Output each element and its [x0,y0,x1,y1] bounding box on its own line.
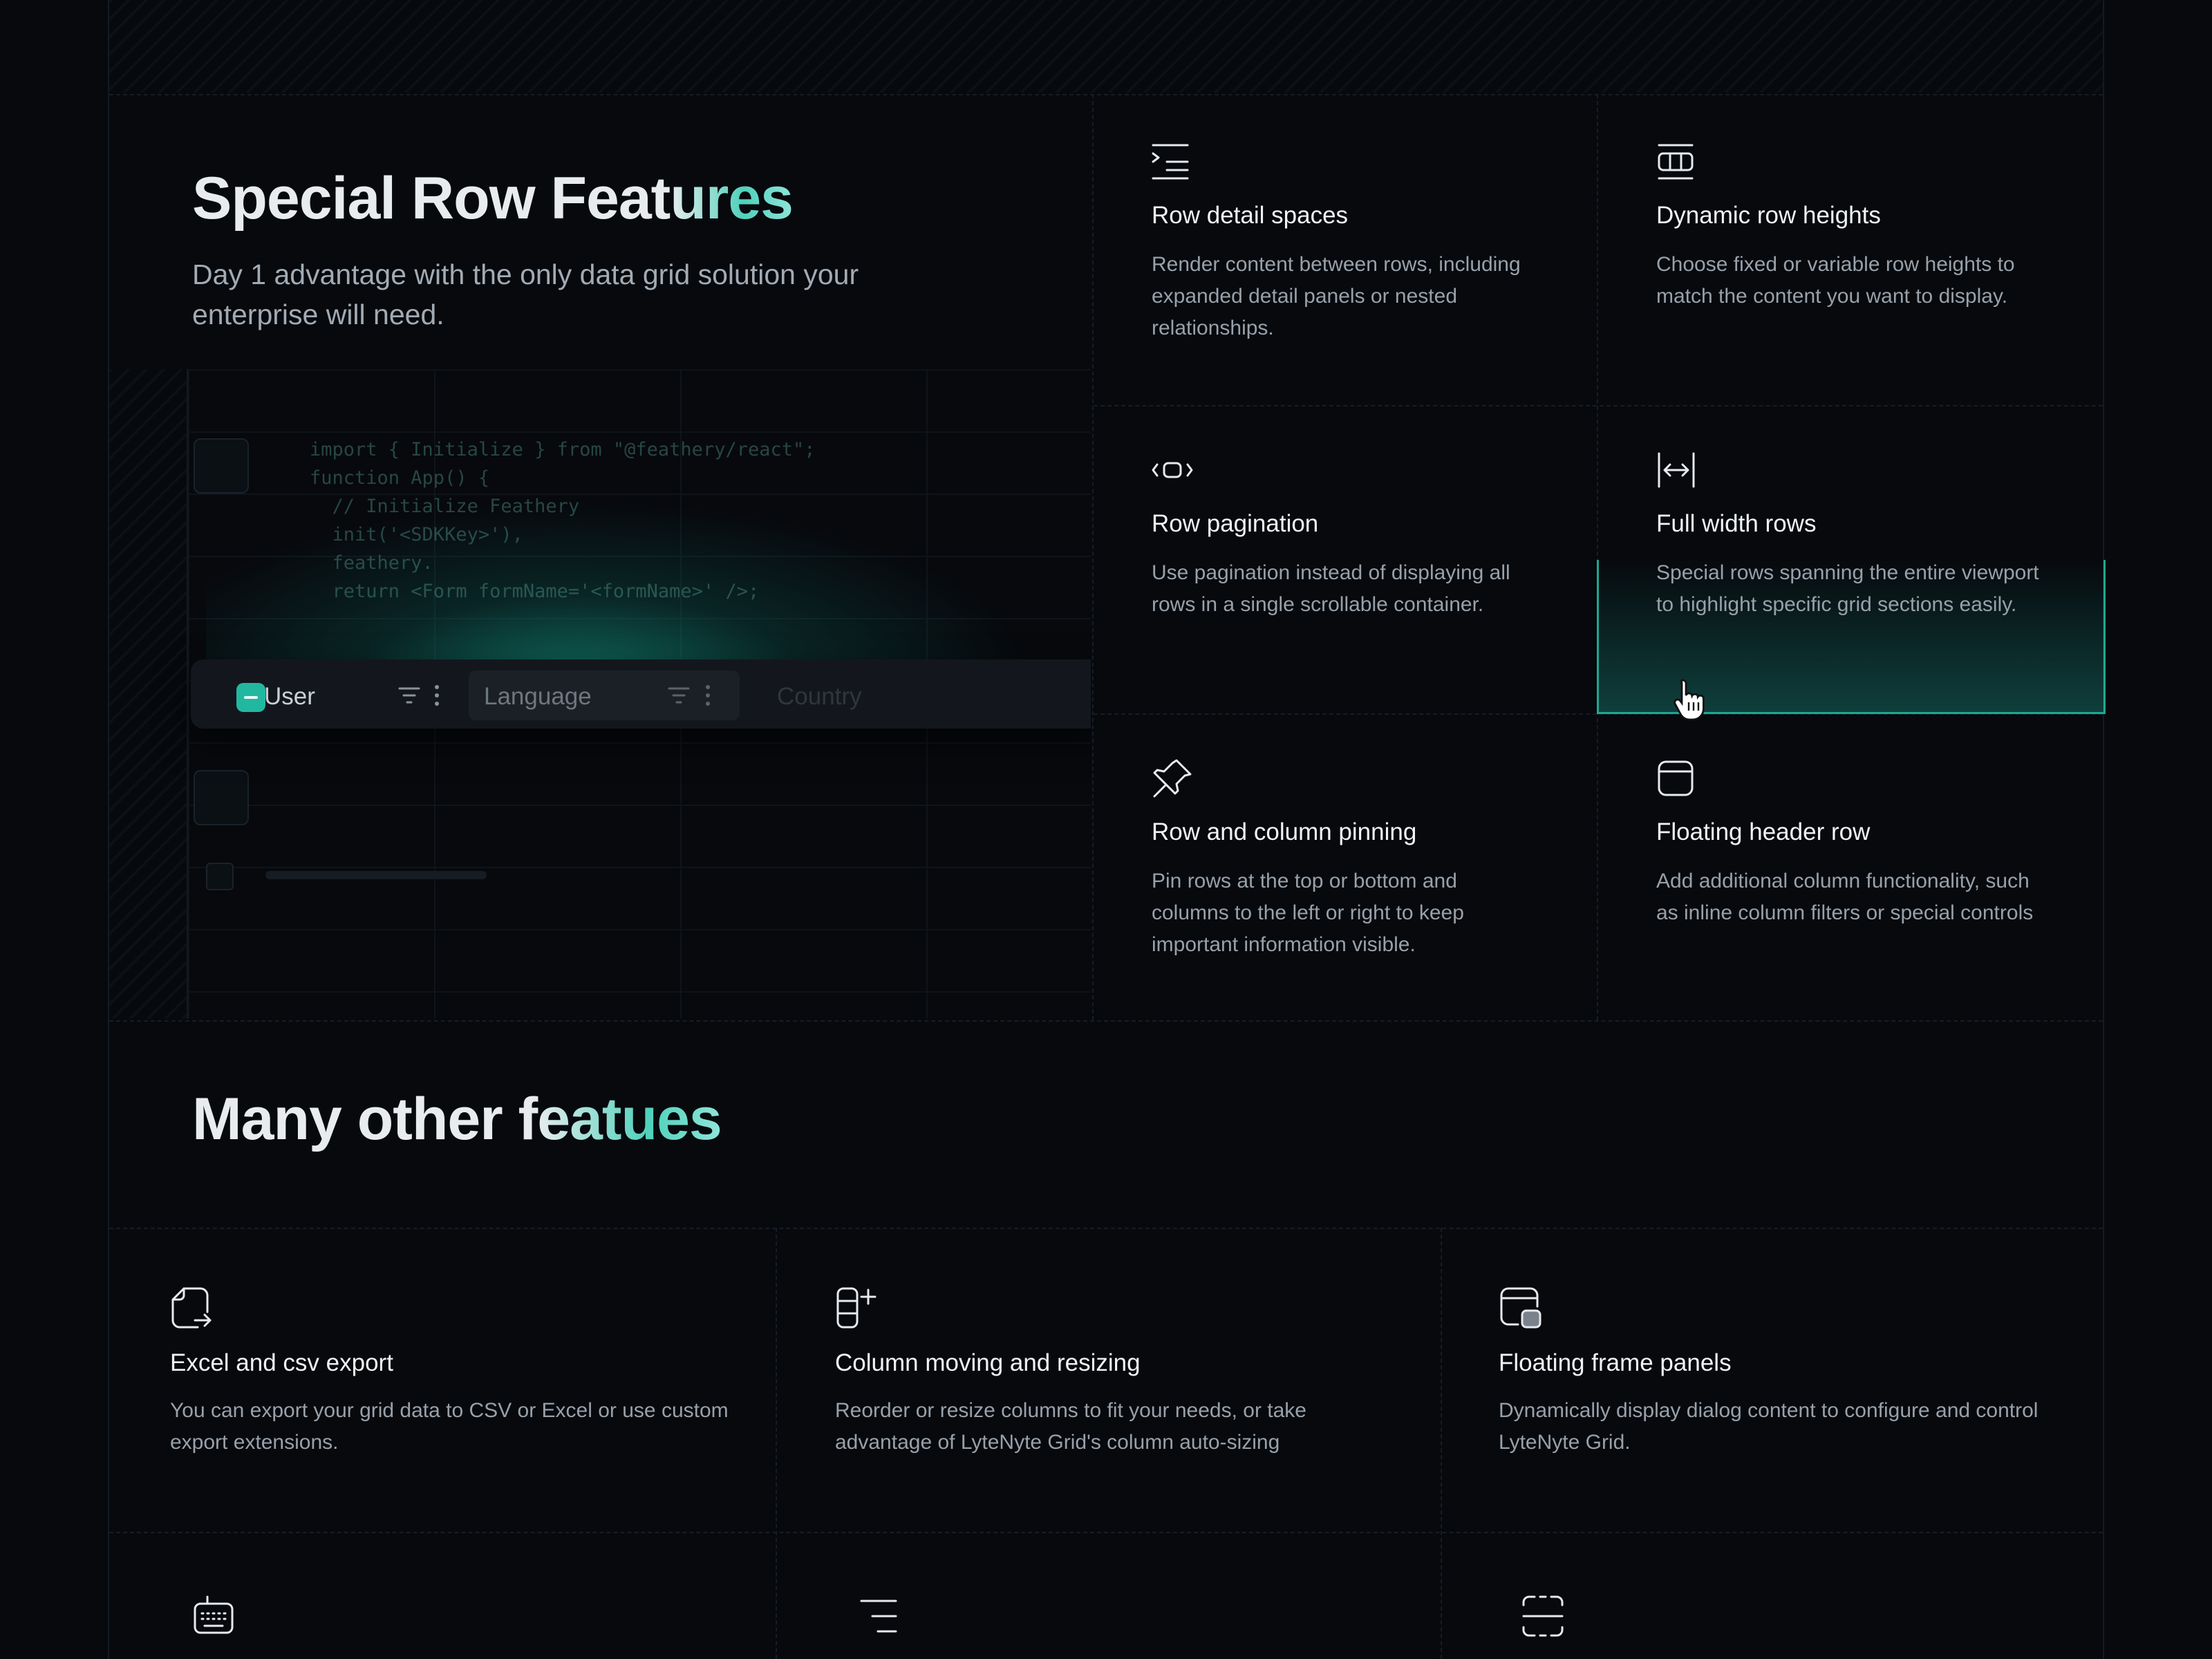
column-add-icon [836,1287,877,1329]
column-header-language[interactable]: Language [484,677,592,716]
demo-hatched-gutter [109,369,188,1019]
ghost-menu-icon [194,438,249,494]
divider [109,1020,2103,1022]
feature-title: Row pagination [1152,510,1319,537]
code-snippet: import { Initialize } from "@feathery/re… [310,435,816,606]
divider [776,1228,777,1659]
divider [109,1228,2103,1229]
top-hatched-strip [109,0,2103,93]
grid-demo-preview: import { Initialize } from "@feathery/re… [109,369,1091,1019]
full-width-icon [1658,452,1695,488]
ghost-placeholder-bar [265,871,487,879]
feature-description: Add additional column functionality, suc… [1656,870,2034,924]
more-vertical-icon[interactable] [434,684,440,706]
code-line: feathery. [310,552,433,574]
divider [109,1532,2103,1533]
feature-description: Reorder or resize columns to fit your ne… [835,1399,1306,1454]
pagination-icon [1152,462,1193,478]
feature-title: Row and column pinning [1152,818,1417,845]
export-icon [171,1287,212,1329]
feature-description: Special rows spanning the entire viewpor… [1656,561,2039,616]
divider [1092,94,1094,1020]
keyboard-icon [194,1595,234,1634]
code-line: init('<SDKKey>'), [310,524,523,545]
feature-title: Column moving and resizing [835,1349,1141,1376]
feature-title: Floating frame panels [1499,1349,1732,1376]
feature-description: Render content between rows, including e… [1152,253,1521,339]
more-vertical-icon[interactable] [705,684,711,706]
code-line: return <Form formName='<formName>' />; [310,581,760,602]
code-line: function App() { [310,467,490,489]
feature-description: Choose fixed or variable row heights to … [1656,253,2015,308]
floating-panel-icon [1500,1287,1541,1329]
divider [1094,405,2103,406]
page-subtitle: Day 1 advantage with the only data grid … [192,259,859,330]
code-line: // Initialize Feathery [310,496,580,517]
feature-title: Row detail spaces [1152,202,1349,229]
align-right-icon [860,1600,897,1633]
code-line: import { Initialize } from "@feathery/re… [310,439,816,460]
divider [1597,94,1598,1020]
feature-description: Use pagination instead of displaying all… [1152,561,1510,616]
row-detail-icon [1152,144,1189,180]
title-plain: Special Row Feat [192,165,671,232]
feature-title: Floating header row [1656,818,1871,845]
ghost-checkbox [206,863,234,890]
feature-title: Excel and csv export [170,1349,393,1376]
ghost-grid-icon [194,770,249,825]
feature-title: Full width rows [1656,510,1817,537]
feature-description: Dynamically display dialog content to co… [1499,1399,2038,1454]
feature-description: You can export your grid data to CSV or … [170,1399,729,1454]
filter-icon[interactable] [668,686,690,705]
feature-description: Pin rows at the top or bottom and column… [1152,870,1464,956]
page-title: Special Row Features [192,165,794,233]
row-height-icon [1658,144,1694,180]
title-accent: ures [670,165,794,232]
hand-cursor-icon [1674,679,1705,721]
column-header-user[interactable]: User [264,677,315,716]
filter-icon[interactable] [398,686,420,705]
title-plain: Many other f [192,1086,538,1152]
title-accent: eatues [537,1086,722,1152]
pin-icon [1153,759,1192,798]
section-title: Many other featues [192,1085,722,1154]
select-all-checkbox[interactable] [236,683,265,712]
frame-right-border [2103,0,2104,1659]
fit-frame-icon [1522,1595,1564,1637]
divider [1441,1228,1442,1659]
column-header-country[interactable]: Country [777,677,862,716]
feature-title: Dynamic row heights [1656,202,1881,229]
divider [109,94,2103,95]
header-row-icon [1658,760,1694,796]
